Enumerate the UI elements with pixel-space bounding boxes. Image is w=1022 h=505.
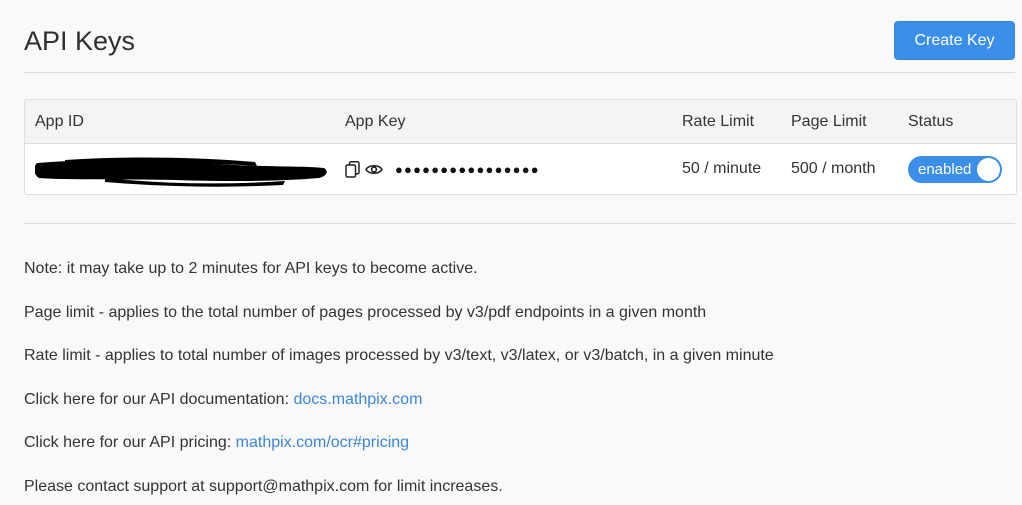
- table-row: ●●●●●●●●●●●●●●●● 50 / minute 500 / month…: [25, 144, 1016, 194]
- app-id-cell: [35, 144, 327, 194]
- note-rate-limit: Rate limit - applies to total number of …: [24, 347, 774, 364]
- status-toggle[interactable]: enabled: [908, 155, 1002, 183]
- section-divider: [24, 223, 1015, 224]
- redacted-app-id: [35, 154, 327, 187]
- note-pricing: Click here for our API pricing: mathpix.…: [24, 432, 1004, 476]
- create-key-button[interactable]: Create Key: [894, 21, 1015, 60]
- api-keys-page: API Keys Create Key App ID App Key Rate …: [0, 0, 1022, 505]
- column-header-rate-limit: Rate Limit: [682, 112, 755, 130]
- page-title: API Keys: [24, 26, 136, 56]
- column-header-app-key: App Key: [345, 112, 406, 130]
- column-header-app-id: App ID: [35, 112, 84, 130]
- app-key-tools: [345, 160, 383, 178]
- app-key-cell: ●●●●●●●●●●●●●●●●: [345, 144, 540, 194]
- redaction-mark: [35, 157, 327, 187]
- table-header-row: App ID App Key Rate Limit Page Limit Sta…: [25, 100, 1016, 144]
- status-toggle-knob: [977, 157, 1000, 181]
- status-cell: enabled: [908, 144, 1002, 194]
- note-activation: Note: it may take up to 2 minutes for AP…: [24, 260, 478, 277]
- rate-limit-value: 50 / minute: [682, 160, 762, 177]
- page-limit-value: 500 / month: [791, 160, 876, 177]
- notes-section: Note: it may take up to 2 minutes for AP…: [24, 258, 1004, 505]
- page-header: API Keys Create Key: [24, 20, 1015, 73]
- status-toggle-label: enabled: [918, 160, 972, 178]
- note-documentation: Click here for our API documentation: do…: [24, 389, 1004, 433]
- docs-prefix: Click here for our API documentation:: [24, 390, 294, 408]
- column-header-page-limit: Page Limit: [791, 112, 867, 130]
- copy-icon[interactable]: [345, 160, 360, 178]
- pricing-prefix: Click here for our API pricing:: [24, 434, 236, 451]
- eye-icon[interactable]: [365, 163, 383, 176]
- masked-app-key: ●●●●●●●●●●●●●●●●: [395, 161, 540, 177]
- docs-link[interactable]: docs.mathpix.com: [293, 391, 422, 408]
- pricing-link[interactable]: mathpix.com/ocr#pricing: [236, 434, 409, 451]
- api-keys-table: App ID App Key Rate Limit Page Limit Sta…: [24, 99, 1017, 195]
- note-contact: Please contact support at support@mathpi…: [24, 477, 503, 495]
- column-header-status: Status: [908, 112, 954, 130]
- note-page-limit: Page limit - applies to the total number…: [24, 303, 707, 321]
